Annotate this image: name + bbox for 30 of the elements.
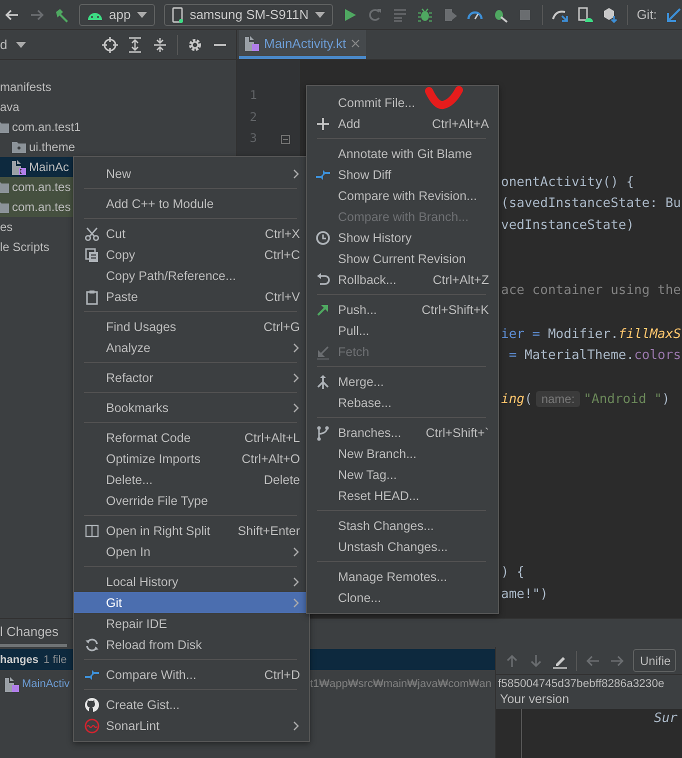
shortcut-text: Ctrl+Alt+O	[242, 452, 300, 466]
shortcut-text: Ctrl+G	[264, 320, 300, 334]
panel-title: d	[0, 37, 8, 52]
code-line: onentActivity() {	[501, 174, 634, 190]
shortcut-text: Ctrl+Shift+K	[422, 302, 489, 316]
code-line: (savedInstanceState: Bu	[501, 196, 682, 212]
file-count: 1 file	[44, 654, 67, 666]
code-line: ace container using the	[501, 283, 682, 298]
code-line: vedInstanceState)	[501, 218, 634, 234]
shortcut-text: Ctrl+Alt+A	[432, 116, 489, 130]
revision-hash: f585004745d37bebff8286a3230e	[497, 677, 666, 690]
shortcut-text: Ctrl+Alt+Z	[432, 272, 489, 286]
code-line: Sur	[654, 711, 678, 726]
vcs-label: Git:	[636, 7, 657, 22]
file-name: MainActiv	[22, 678, 70, 690]
code-line: = MaterialTheme.colors	[508, 348, 682, 364]
shortcut-text: Ctrl+Shift+`	[426, 426, 489, 440]
file-path: t1₩app₩src₩main₩java₩com₩an	[310, 678, 492, 690]
shortcut-text: Ctrl+X	[264, 226, 300, 240]
shortcut-text: Ctrl+V	[264, 290, 300, 304]
shortcut-text: Shift+Enter	[238, 524, 300, 538]
code-line: ier = Modifier.fillMaxS	[501, 326, 682, 342]
version-label: Your version	[499, 691, 570, 708]
shortcut-text: Ctrl+D	[264, 668, 300, 682]
shortcut-text: Ctrl+Alt+L	[244, 430, 300, 444]
code-line: ame!")	[501, 586, 548, 602]
code-line: ) {	[501, 565, 524, 580]
shortcut-text: Delete	[264, 472, 300, 486]
shortcut-text: Ctrl+C	[264, 248, 300, 262]
code-line: ing( name: "Android ")	[501, 392, 670, 407]
